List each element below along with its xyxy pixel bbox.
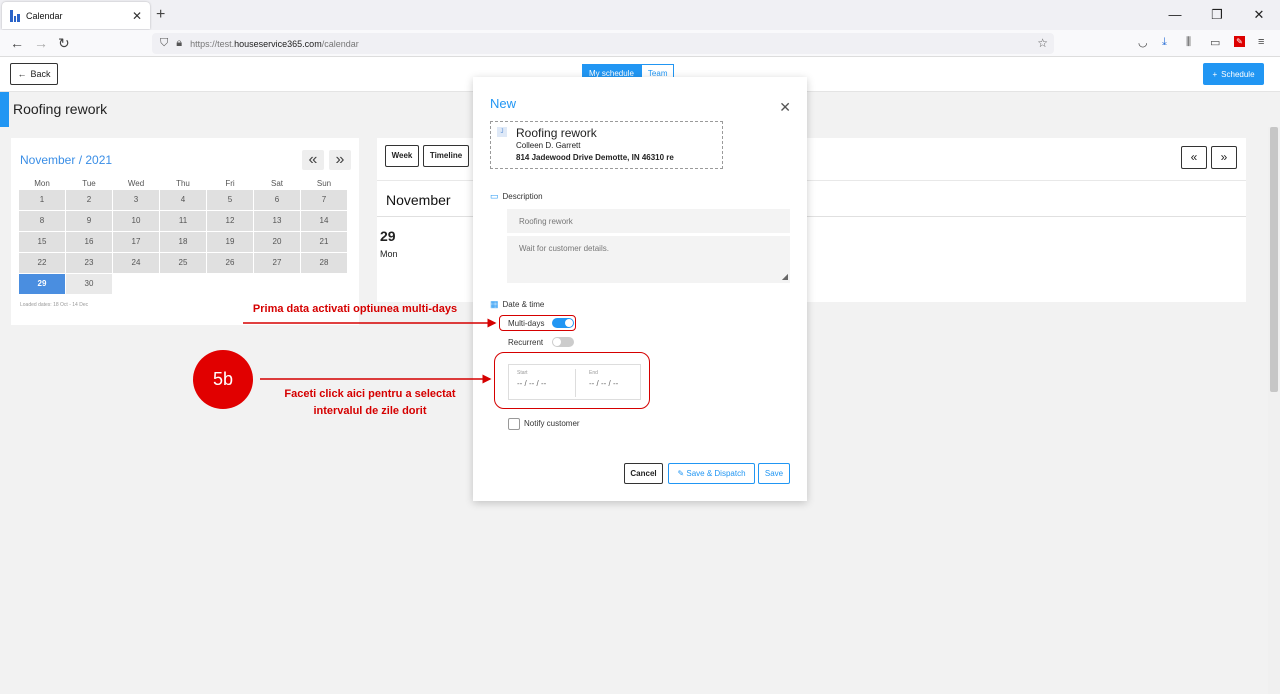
step-badge: 5b [193, 350, 253, 409]
annotation-arrows [243, 318, 497, 384]
annotation-click-note-line2: intervalul de zile dorit [313, 405, 427, 417]
annotation-multidays-note: Prima data activati optiunea multi-days [252, 303, 458, 315]
annotation-click-note-line1: Faceti click aici pentru a selectat [284, 388, 456, 400]
